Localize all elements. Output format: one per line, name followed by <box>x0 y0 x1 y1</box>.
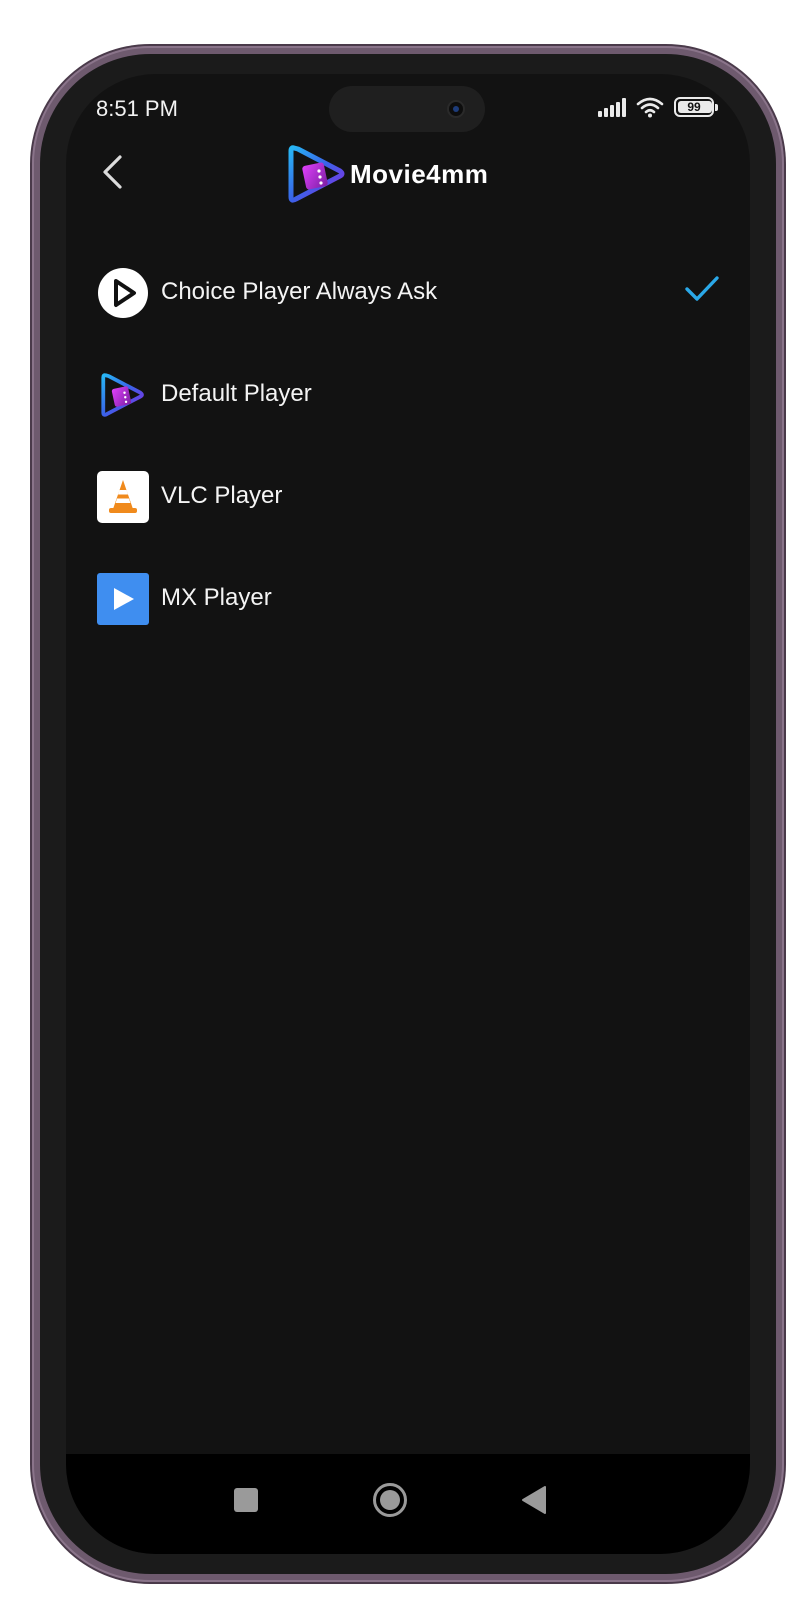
status-icons: 99 <box>598 96 718 118</box>
player-option-default[interactable]: Default Player <box>66 344 750 446</box>
recent-apps-button[interactable] <box>224 1478 268 1522</box>
check-icon <box>685 276 719 301</box>
nav-back-button[interactable] <box>512 1478 556 1522</box>
player-label: VLC Player <box>161 482 283 509</box>
phone-screen: 8:51 PM 99 Movie4mm Choice Player Always… <box>66 74 750 1554</box>
home-icon <box>373 1483 407 1517</box>
app-logo: Movie4mm <box>288 144 488 204</box>
player-list: Choice Player Always Ask Default Player <box>66 242 750 650</box>
vlc-cone-icon <box>97 471 149 523</box>
movie4mm-logo-icon <box>288 145 345 203</box>
front-camera <box>447 100 465 118</box>
back-button[interactable] <box>90 150 134 194</box>
play-circle-icon <box>97 267 149 319</box>
mx-player-icon <box>97 573 149 625</box>
player-label: MX Player <box>161 584 272 611</box>
wifi-icon <box>636 97 664 118</box>
movie4mm-logo-icon <box>97 369 149 421</box>
player-label: Choice Player Always Ask <box>161 278 438 305</box>
status-time: 8:51 PM <box>96 96 178 121</box>
signal-icon <box>598 97 626 117</box>
recent-apps-icon <box>234 1488 258 1512</box>
player-label: Default Player <box>161 380 312 407</box>
player-option-always-ask[interactable]: Choice Player Always Ask <box>66 242 750 344</box>
battery-icon: 99 <box>674 97 718 117</box>
chevron-left-icon <box>103 155 122 189</box>
player-option-mx[interactable]: MX Player <box>66 548 750 650</box>
back-triangle-icon <box>522 1486 546 1514</box>
home-button[interactable] <box>368 1478 412 1522</box>
app-name: Movie4mm <box>350 158 489 189</box>
battery-percent: 99 <box>687 100 701 114</box>
player-option-vlc[interactable]: VLC Player <box>66 446 750 548</box>
system-navbar <box>66 1454 750 1554</box>
dynamic-island <box>329 86 485 132</box>
